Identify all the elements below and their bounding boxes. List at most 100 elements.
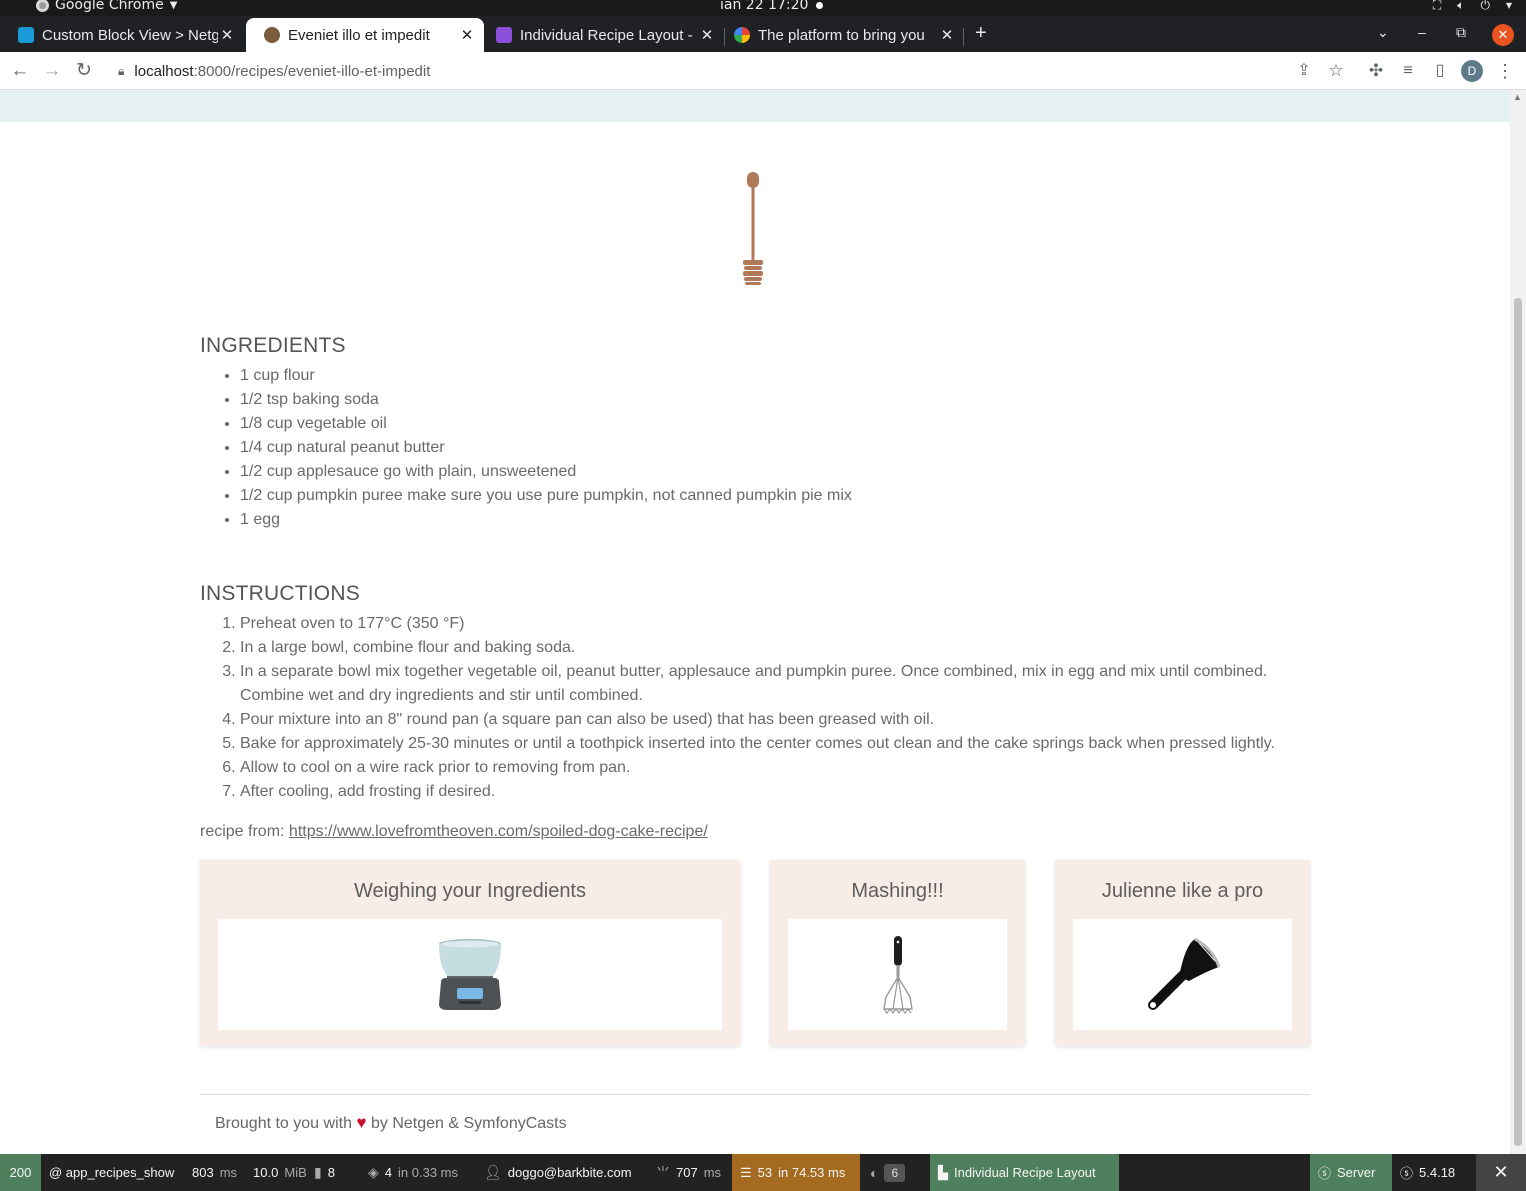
close-icon[interactable]: ✕: [938, 26, 956, 44]
close-icon[interactable]: ✕: [698, 26, 716, 44]
route-panel[interactable]: @ app_recipes_show: [41, 1154, 182, 1191]
media-queue-icon[interactable]: ≡: [1396, 59, 1420, 83]
render-unit: ms: [703, 1165, 722, 1180]
site-header-band: [0, 90, 1510, 122]
ingredient-item: 1/4 cup natural peanut butter: [240, 436, 1310, 460]
scrollbar-thumb[interactable]: [1514, 298, 1522, 1146]
new-tab-button[interactable]: +: [975, 22, 987, 45]
instructions-list: Preheat oven to 177°C (350 °F) In a larg…: [240, 612, 1310, 804]
address-bar[interactable]: 🔒︎ localhost:8000/recipes/eveniet-illo-e…: [108, 56, 1360, 86]
layout-icon: ▙: [938, 1164, 948, 1180]
close-toolbar-button[interactable]: ✕: [1476, 1154, 1526, 1191]
side-panel-icon[interactable]: ▯: [1428, 59, 1452, 83]
symfony-logo-icon: ⓢ: [1318, 1166, 1332, 1181]
route-name: @ app_recipes_show: [49, 1165, 175, 1180]
server-panel[interactable]: ⓢ Server: [1310, 1154, 1392, 1191]
layout-name: Individual Recipe Layout: [954, 1165, 1096, 1180]
symfony-version: 5.4.18: [1419, 1165, 1456, 1180]
memory-unit: MiB: [284, 1165, 307, 1180]
instruction-step: In a separate bowl mix together vegetabl…: [240, 660, 1310, 708]
extensions-puzzle-icon[interactable]: ✣: [1364, 59, 1388, 83]
instruction-step: In a large bowl, combine flour and bakin…: [240, 636, 1310, 660]
profile-avatar[interactable]: D: [1461, 60, 1483, 82]
os-app-name: Google Chrome: [55, 0, 164, 13]
footer-credit: Brought to you with ♥ by Netgen & Symfon…: [215, 1113, 567, 1133]
tab-custom-block-view[interactable]: Custom Block View > Netg ✕: [0, 18, 244, 52]
bookmark-star-icon[interactable]: ☆: [1324, 59, 1348, 83]
symfony-debug-toolbar: 200 @ app_recipes_show 803 ms 10.0 MiB ▮ 8…: [0, 1154, 1526, 1191]
card-title: Julienne like a pro: [1101, 880, 1264, 902]
os-top-bar: Google Chrome ▼ ian 22 17:20 ⛶ 🔈︎ ⏻ ▾: [0, 0, 1526, 16]
ingredient-item: 1/2 cup applesauce go with plain, unswee…: [240, 460, 1310, 484]
tab-search-icon[interactable]: ⌄: [1377, 24, 1389, 41]
layers-icon: ◈: [368, 1164, 379, 1180]
google-favicon-icon: [734, 27, 750, 43]
symfony-version-panel[interactable]: ⓢ 5.4.18: [1392, 1154, 1475, 1191]
layouts-panel[interactable]: ◐ 6: [862, 1154, 913, 1191]
os-clock[interactable]: ian 22 17:20: [720, 0, 808, 13]
user-icon: 👤︎: [484, 1164, 502, 1180]
instructions-heading: INSTRUCTIONS: [200, 582, 360, 605]
tab-title: Custom Block View > Netg: [42, 26, 218, 44]
instruction-step: Allow to cool on a wire rack prior to re…: [240, 756, 1310, 780]
instruction-step: Preheat oven to 177°C (350 °F): [240, 612, 1310, 636]
close-icon[interactable]: ✕: [458, 26, 476, 44]
layout-name-panel[interactable]: ▙ Individual Recipe Layout: [930, 1154, 1119, 1191]
layouts-logo-icon: ◐: [870, 1164, 879, 1181]
recipe-favicon-icon: [264, 27, 280, 43]
cache-detail: in 0.33 ms: [398, 1165, 458, 1180]
card-image: [1073, 919, 1292, 1030]
sylius-favicon-icon: [18, 27, 34, 43]
share-icon[interactable]: ⇪: [1292, 59, 1316, 83]
kebab-menu-icon[interactable]: ⋮: [1493, 59, 1517, 83]
kitchen-scale-icon: [439, 938, 501, 1010]
card-title: Mashing!!!: [851, 880, 944, 902]
footer-suffix: by Netgen & SymfonyCasts: [370, 1115, 567, 1132]
time-panel[interactable]: 803 ms 10.0 MiB: [184, 1154, 315, 1191]
cache-panel[interactable]: ◈ 4 in 0.33 ms: [360, 1154, 466, 1191]
browser-toolbar: ← → ↻ 🔒︎ localhost:8000/recipes/eveniet-…: [0, 52, 1526, 90]
tab-individual-recipe-layout[interactable]: Individual Recipe Layout - ✕: [478, 18, 724, 52]
back-arrow-icon[interactable]: ←: [8, 59, 32, 83]
recording-indicator-icon: [816, 2, 823, 9]
volume-icon: 🔈︎: [1457, 0, 1465, 12]
tab-eveniet-illo[interactable]: Eveniet illo et impedit ✕: [246, 18, 484, 52]
close-icon[interactable]: ✕: [218, 26, 236, 44]
tab-title: Individual Recipe Layout -: [520, 26, 693, 44]
system-tray[interactable]: ⛶ 🔈︎ ⏻ ▾: [1433, 0, 1512, 13]
twig-icon: ⺌: [656, 1164, 670, 1181]
forward-arrow-icon[interactable]: →: [40, 59, 64, 83]
footer-prefix: Brought to you with: [215, 1115, 352, 1132]
tab-platform[interactable]: The platform to bring you ✕: [716, 18, 964, 52]
request-time: 803: [192, 1165, 214, 1180]
potato-masher-icon: [882, 935, 913, 1014]
minimize-icon[interactable]: –: [1418, 24, 1426, 40]
tab-title: Eveniet illo et impedit: [288, 26, 430, 44]
card-mashing[interactable]: Mashing!!!: [770, 860, 1025, 1046]
page-scrollbar[interactable]: ▲: [1510, 90, 1526, 1154]
render-panel[interactable]: ⺌ 707 ms: [648, 1154, 729, 1191]
card-weighing-ingredients[interactable]: Weighing your Ingredients: [200, 860, 740, 1046]
ingredient-item: 1 cup flour: [240, 364, 1310, 388]
card-title: Weighing your Ingredients: [354, 880, 586, 902]
restore-icon[interactable]: ⧉: [1456, 24, 1466, 41]
recipe-source-link[interactable]: https://www.lovefromtheoven.com/spoiled-…: [289, 823, 708, 840]
ingredient-item: 1/2 cup pumpkin puree make sure you use …: [240, 484, 1310, 508]
card-julienne[interactable]: Julienne like a pro: [1055, 860, 1310, 1046]
time-unit: ms: [219, 1165, 238, 1180]
db-query-detail: in 74.53 ms: [778, 1165, 846, 1180]
ingredient-item: 1/2 tsp baking soda: [240, 388, 1310, 412]
scroll-up-arrow-icon[interactable]: ▲: [1513, 92, 1522, 102]
database-panel[interactable]: ☰ 53 in 74.53 ms: [732, 1154, 860, 1191]
logs-icon: ▮: [314, 1164, 322, 1180]
status-code-badge[interactable]: 200: [0, 1154, 41, 1191]
window-close-button[interactable]: ✕: [1492, 24, 1514, 46]
layouts-favicon-icon: [496, 27, 512, 43]
security-panel[interactable]: 👤︎ doggo@barkbite.com: [476, 1154, 640, 1191]
lock-icon[interactable]: 🔒︎: [118, 64, 124, 79]
ingredient-item: 1 egg: [240, 508, 1310, 532]
os-app-menu[interactable]: Google Chrome ▼: [36, 0, 177, 13]
cache-count: 4: [384, 1165, 393, 1180]
reload-icon[interactable]: ↻: [72, 59, 96, 83]
logs-panel[interactable]: ▮ 8: [306, 1154, 343, 1191]
